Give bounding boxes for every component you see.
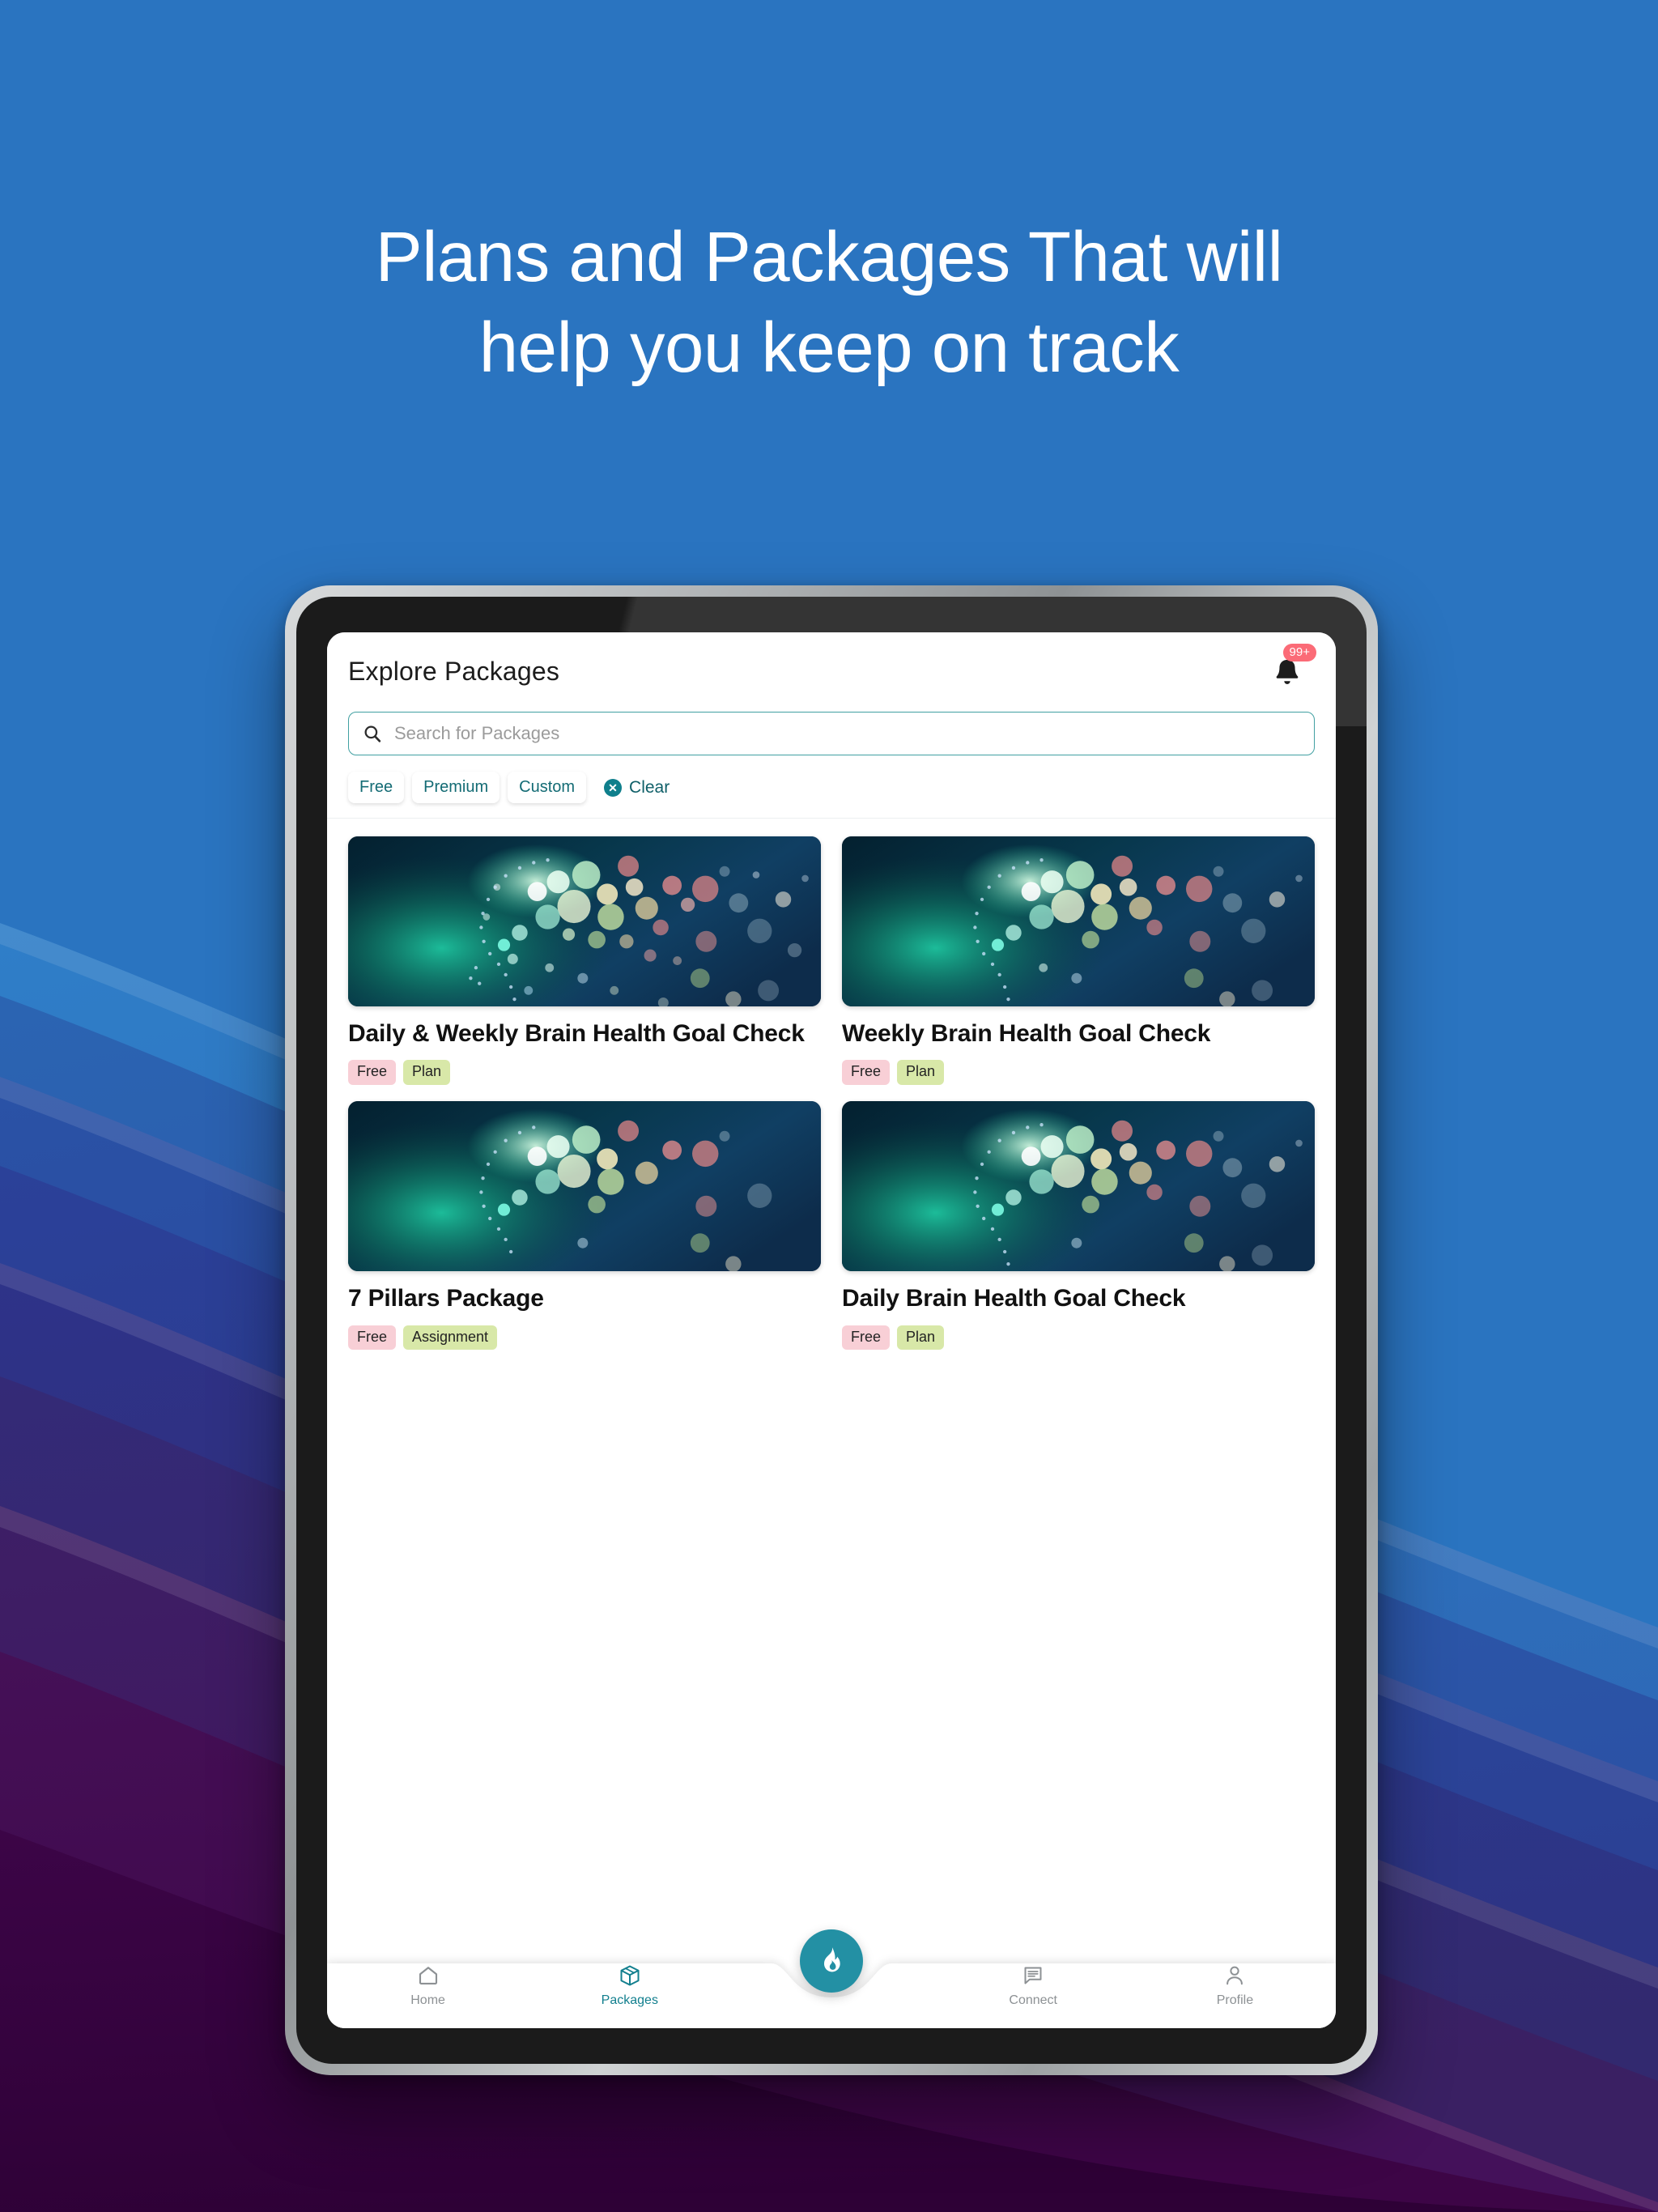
page-title: Explore Packages (348, 656, 560, 686)
clear-filters-button[interactable]: ✕ Clear (604, 778, 670, 798)
filter-bar: Free Premium Custom ✕ Clear (327, 755, 1336, 819)
package-title: Daily Brain Health Goal Check (842, 1285, 1186, 1312)
nav-item-home[interactable]: Home (327, 1963, 529, 2008)
package-card[interactable]: Weekly Brain Health Goal Check Free Plan (842, 836, 1315, 1086)
tag-free: Free (348, 1060, 397, 1086)
nav-label-profile: Profile (1216, 1993, 1254, 2007)
tablet-bezel: Explore Packages 99+ Search for Packages… (296, 597, 1367, 2064)
search-icon (364, 725, 381, 742)
nav-item-connect[interactable]: Connect (933, 1963, 1134, 2008)
tag-free: Free (842, 1325, 891, 1351)
filter-chip-premium[interactable]: Premium (412, 772, 500, 803)
tablet-device-frame: Explore Packages 99+ Search for Packages… (285, 585, 1378, 2075)
search-section (327, 710, 1336, 755)
package-tags: Free Plan (348, 1060, 821, 1086)
brain-particles-image (842, 836, 1315, 1006)
package-box-icon (620, 1965, 640, 1986)
person-icon (1226, 1966, 1244, 1985)
package-tags: Free Plan (842, 1060, 1315, 1086)
flame-icon (824, 1947, 840, 1972)
tag-plan: Plan (403, 1060, 451, 1086)
app-screen: Explore Packages 99+ Search for Packages… (327, 632, 1336, 2028)
nav-label-packages: Packages (601, 1993, 658, 2007)
create-action-button[interactable] (800, 1929, 863, 1993)
tag-plan: Plan (897, 1060, 945, 1086)
package-thumbnail (842, 836, 1315, 1006)
filter-chip-free[interactable]: Free (348, 772, 405, 803)
nav-label-connect: Connect (1009, 1993, 1057, 2007)
package-grid: Daily & Weekly Brain Health Goal Check F… (327, 819, 1336, 1952)
search-box[interactable] (348, 712, 1315, 755)
package-card[interactable]: Daily & Weekly Brain Health Goal Check F… (348, 836, 821, 1086)
package-card[interactable]: 7 Pillars Package Free Assignment (348, 1101, 821, 1351)
nav-item-packages[interactable]: Packages (529, 1963, 730, 2008)
filter-chip-custom[interactable]: Custom (508, 772, 587, 803)
tag-plan: Plan (897, 1325, 945, 1351)
notifications-button[interactable]: 99+ (1266, 644, 1316, 696)
package-title: Weekly Brain Health Goal Check (842, 1020, 1211, 1047)
brain-particles-image (348, 836, 821, 1006)
headline-line-2: help you keep on track (478, 308, 1180, 387)
chat-bubble-icon (1024, 1967, 1042, 1984)
clear-filters-label: Clear (629, 777, 670, 797)
package-title: 7 Pillars Package (348, 1285, 544, 1312)
package-tags: Free Assignment (348, 1325, 821, 1351)
package-card[interactable]: Daily Brain Health Goal Check Free Plan (842, 1101, 1315, 1351)
package-tags: Free Plan (842, 1325, 1315, 1351)
brain-particles-image (348, 1101, 821, 1272)
package-title: Daily & Weekly Brain Health Goal Check (348, 1020, 805, 1047)
tag-free: Free (842, 1060, 891, 1086)
bottom-navigation: Home Packages Connect Profile (327, 1929, 1336, 2028)
headline-line-1: Plans and Packages That will (375, 218, 1283, 296)
notification-badge: 99+ (1282, 644, 1316, 661)
close-circle-icon: ✕ (604, 778, 623, 797)
brain-particles-image (842, 1101, 1315, 1272)
package-thumbnail (842, 1101, 1315, 1272)
tag-assignment: Assignment (403, 1325, 498, 1351)
page-headline: Plans and Packages That will help you ke… (0, 212, 1658, 393)
nav-label-home: Home (410, 1993, 445, 2007)
nav-item-profile[interactable]: Profile (1134, 1963, 1336, 2008)
package-thumbnail (348, 1101, 821, 1272)
app-header: Explore Packages 99+ (327, 632, 1336, 710)
home-icon (419, 1967, 437, 1984)
search-input[interactable] (394, 723, 1301, 744)
package-thumbnail (348, 836, 821, 1006)
tag-free: Free (348, 1325, 397, 1351)
